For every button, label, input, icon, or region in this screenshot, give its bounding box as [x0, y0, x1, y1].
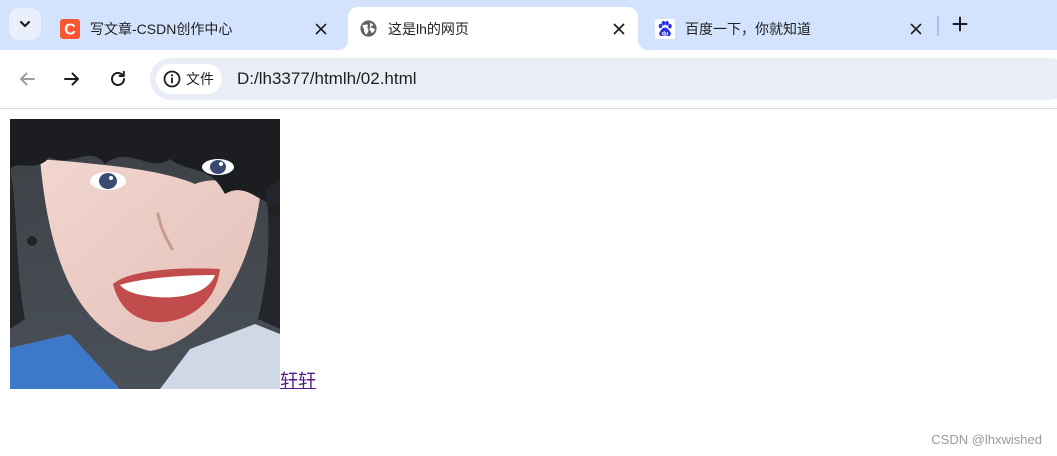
tab-lh-page[interactable]: 这是lh的网页 [348, 7, 638, 50]
reload-button[interactable] [102, 63, 134, 95]
new-tab-button[interactable] [946, 10, 974, 38]
security-label: 文件 [186, 71, 214, 87]
watermark: CSDN @lhxwished [931, 432, 1042, 447]
tab-title: 百度一下，你就知道 [685, 20, 811, 37]
portrait-photo [10, 119, 280, 389]
globe-icon [358, 19, 378, 39]
toolbar-divider [0, 108, 1057, 109]
url-text[interactable]: D:/lh3377/htmlh/02.html [237, 69, 417, 89]
tab-search-button[interactable] [9, 8, 41, 40]
csdn-icon: C [60, 18, 80, 39]
address-bar[interactable]: 文件 D:/lh3377/htmlh/02.html [150, 58, 1057, 100]
plus-icon [952, 16, 968, 32]
tab-title: 写文章-CSDN创作中心 [90, 20, 233, 37]
info-icon [163, 70, 181, 88]
baidu-paw-icon: du [655, 18, 675, 39]
close-icon[interactable] [907, 20, 925, 38]
arrow-left-icon [20, 72, 35, 86]
svg-text:du: du [662, 30, 669, 36]
close-icon[interactable] [312, 20, 330, 38]
forward-button[interactable] [56, 63, 88, 95]
svg-text:C: C [64, 21, 76, 38]
chevron-down-icon [19, 20, 31, 28]
toolbar: 文件 D:/lh3377/htmlh/02.html [0, 50, 1057, 108]
tab-strip: C 写文章-CSDN创作中心 这是lh的网页 du 百度一下，你就知道 [0, 0, 1057, 50]
page-content: 轩轩 [10, 119, 316, 391]
page-link[interactable]: 轩轩 [280, 372, 316, 391]
reload-icon [111, 70, 125, 86]
arrow-right-icon [64, 72, 79, 86]
close-icon[interactable] [610, 20, 628, 38]
tab-baidu[interactable]: du 百度一下，你就知道 [645, 7, 935, 50]
tab-divider [937, 16, 939, 36]
tab-csdn[interactable]: C 写文章-CSDN创作中心 [50, 7, 340, 50]
site-info-chip[interactable]: 文件 [156, 64, 222, 94]
back-button[interactable] [11, 63, 43, 95]
tab-title: 这是lh的网页 [388, 20, 469, 37]
